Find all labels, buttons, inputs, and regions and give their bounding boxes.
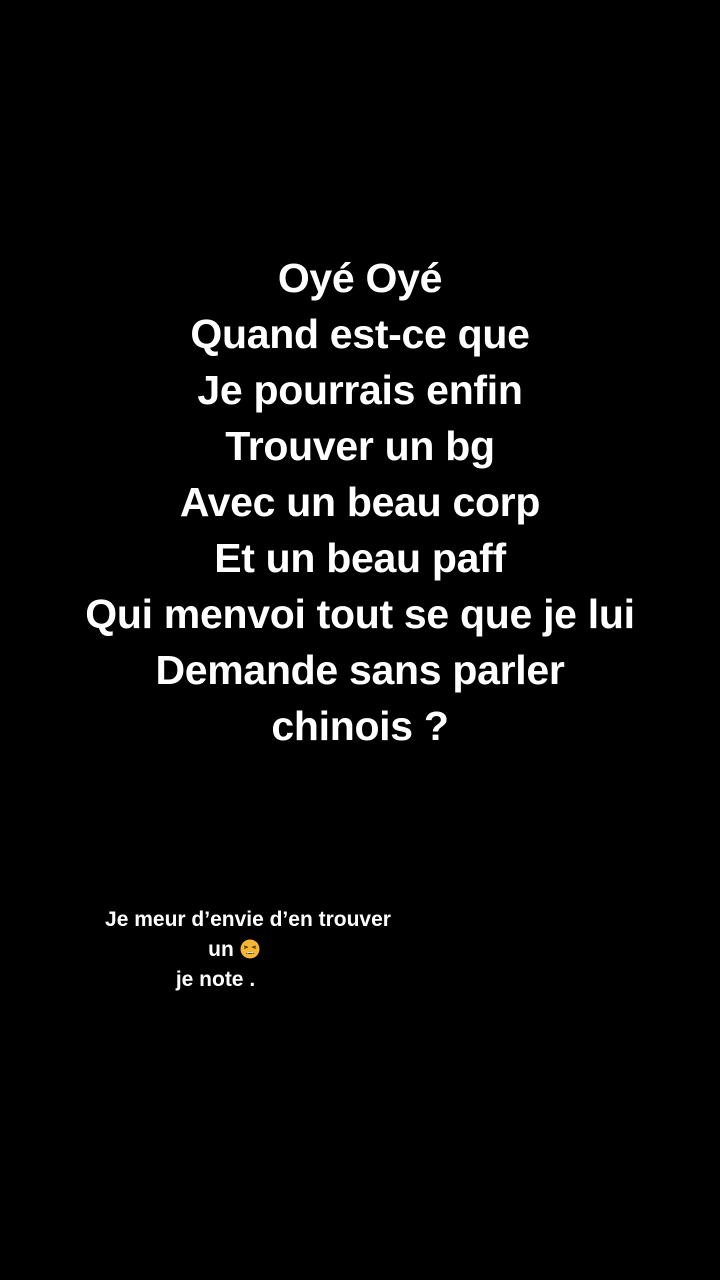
main-text-line-6: Et un beau paff: [214, 535, 506, 581]
main-text-line-8: Demande sans parler: [155, 647, 565, 693]
tired-face-emoji-icon: [240, 938, 260, 959]
main-text-line-3: Je pourrais enfin: [197, 367, 523, 413]
caption-line-3: je note .: [175, 968, 256, 991]
caption-line-2-text: un: [208, 938, 234, 961]
main-text-line-2: Quand est-ce que: [190, 311, 530, 357]
main-text-line-5: Avec un beau corp: [179, 479, 541, 525]
caption-block: Je meur d’envie d’en trouver un je note …: [78, 905, 418, 995]
caption-line-2: un: [50, 935, 418, 965]
main-text-line-4: Trouver un bg: [225, 423, 495, 469]
main-text-line-9: chinois ?: [271, 703, 449, 749]
caption-line-1: Je meur d’envie d’en trouver: [105, 908, 391, 931]
main-text-line-1: Oyé Oyé: [277, 255, 443, 301]
main-text-block: Oyé Oyé Quand est-ce que Je pourrais enf…: [0, 250, 720, 754]
main-text-line-7: Qui menvoi tout se que je lui: [85, 591, 635, 637]
